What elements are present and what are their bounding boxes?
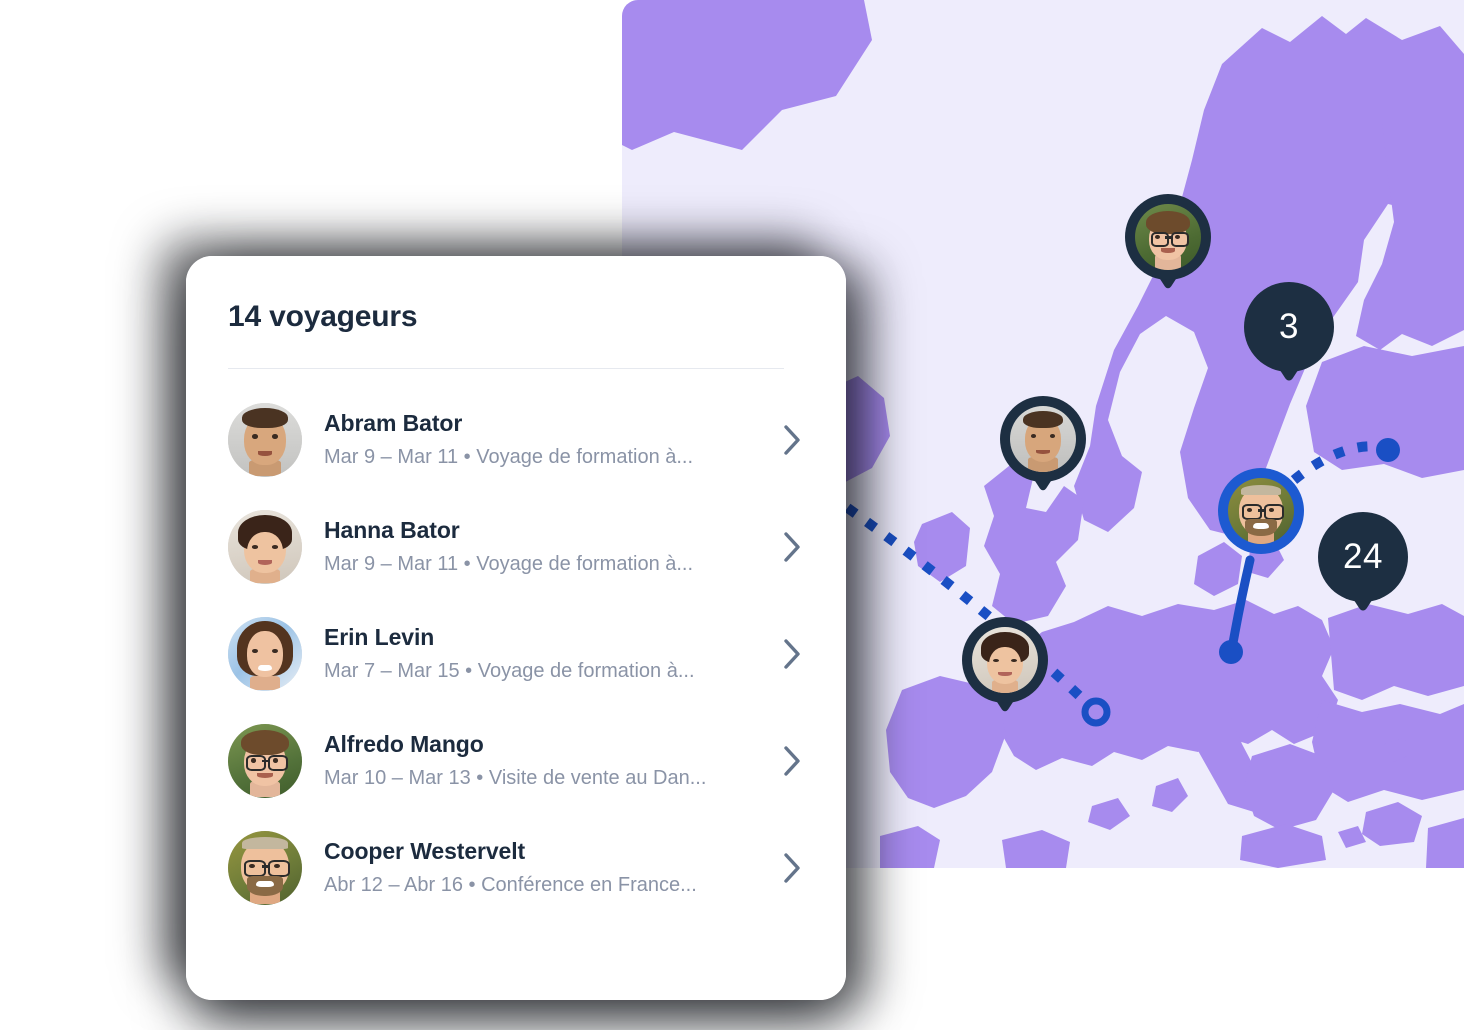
chevron-right-icon[interactable] — [782, 530, 804, 564]
pin-avatar-iberia[interactable] — [962, 617, 1048, 715]
divider — [228, 368, 784, 369]
chevron-right-icon[interactable] — [782, 744, 804, 778]
traveler-name: Hanna Bator — [324, 517, 460, 544]
route-endpoint-active — [1219, 640, 1243, 664]
list-item-text: Alfredo Mango Mar 10 – Mar 13 • Visite d… — [324, 730, 766, 791]
pin-avatar-central-europe[interactable] — [1218, 468, 1304, 554]
traveler-name: Cooper Westervelt — [324, 838, 526, 865]
list-item-text: Hanna Bator Mar 9 – Mar 11 • Voyage de f… — [324, 516, 766, 577]
traveler-name: Alfredo Mango — [324, 731, 484, 758]
pin-ring — [962, 617, 1048, 703]
pin-avatar-britain[interactable] — [1000, 396, 1086, 494]
avatar-cooper-westervelt — [228, 830, 302, 905]
route-endpoint-east — [1376, 438, 1400, 462]
list-item[interactable]: Alfredo Mango Mar 10 – Mar 13 • Visite d… — [186, 707, 846, 814]
avatar-hanna-bator — [972, 627, 1038, 693]
list-item-text: Cooper Westervelt Abr 12 – Abr 16 • Conf… — [324, 837, 766, 898]
page-title: 14 voyageurs — [228, 300, 418, 333]
traveler-list-card: 14 voyageurs Abram Bator Mar 9 – Mar 11 … — [186, 256, 846, 1000]
pin-ring — [1000, 396, 1086, 482]
pin-ring — [1125, 194, 1211, 280]
traveler-details: Mar 9 – Mar 11 • Voyage de formation à..… — [324, 445, 694, 468]
avatar-alfredo-mango — [1135, 204, 1201, 270]
chevron-right-icon[interactable] — [782, 423, 804, 457]
avatar-cooper-westervelt — [1228, 478, 1294, 544]
avatar-abram-bator — [228, 402, 302, 477]
traveler-details: Mar 10 – Mar 13 • Visite de vente au Dan… — [324, 766, 707, 789]
avatar-abram-bator — [1010, 406, 1076, 472]
list-item-text: Erin Levin Mar 7 – Mar 15 • Voyage de fo… — [324, 623, 766, 684]
list-item[interactable]: Cooper Westervelt Abr 12 – Abr 16 • Conf… — [186, 814, 846, 921]
pin-count-alps[interactable]: 24 — [1318, 512, 1408, 615]
traveler-name: Abram Bator — [324, 410, 463, 437]
traveler-details: Mar 9 – Mar 11 • Voyage de formation à..… — [324, 552, 694, 575]
traveler-details: Abr 12 – Abr 16 • Conférence en France..… — [324, 873, 697, 896]
pin-avatar-scandinavia[interactable] — [1125, 194, 1211, 292]
pin-count-label: 3 — [1244, 282, 1334, 372]
traveler-name: Erin Levin — [324, 624, 435, 651]
chevron-right-icon[interactable] — [782, 851, 804, 885]
list-item[interactable]: Hanna Bator Mar 9 – Mar 11 • Voyage de f… — [186, 493, 846, 600]
avatar-erin-levin — [228, 616, 302, 691]
avatar-hanna-bator — [228, 509, 302, 584]
avatar-alfredo-mango — [228, 723, 302, 798]
traveler-details: Mar 7 – Mar 15 • Voyage de formation à..… — [324, 659, 695, 682]
list-item[interactable]: Abram Bator Mar 9 – Mar 11 • Voyage de f… — [186, 386, 846, 493]
list-item-text: Abram Bator Mar 9 – Mar 11 • Voyage de f… — [324, 409, 766, 470]
pin-count-label: 24 — [1318, 512, 1408, 602]
pin-ring-active — [1218, 468, 1304, 554]
traveler-list: Abram Bator Mar 9 – Mar 11 • Voyage de f… — [186, 386, 846, 921]
list-item[interactable]: Erin Levin Mar 7 – Mar 15 • Voyage de fo… — [186, 600, 846, 707]
chevron-right-icon[interactable] — [782, 637, 804, 671]
pin-count-baltic[interactable]: 3 — [1244, 282, 1334, 385]
